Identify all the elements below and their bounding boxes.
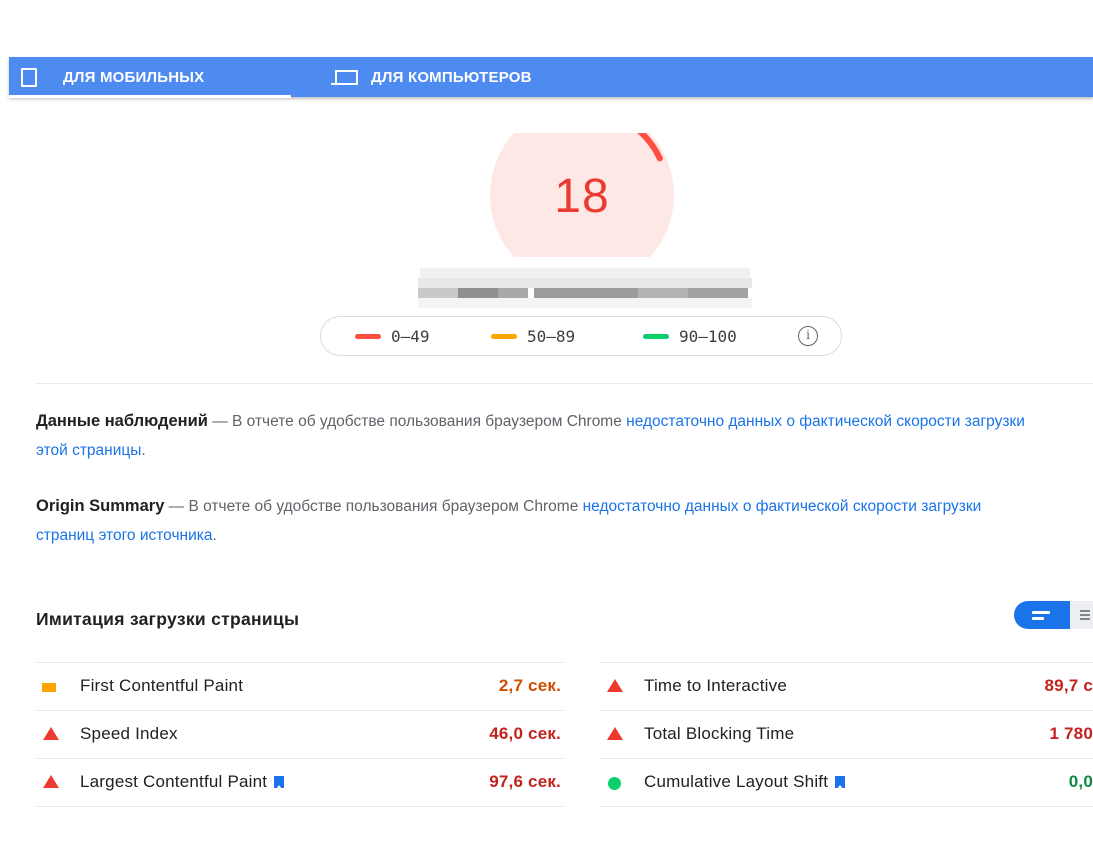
fail-triangle-icon	[43, 775, 59, 788]
field-data-end: .	[141, 442, 146, 459]
metric-name: First Contentful Paint	[80, 676, 244, 695]
performance-score: 18	[554, 170, 610, 223]
metric-value: 1 780	[1049, 724, 1093, 743]
legend-fail-label: 0–49	[391, 327, 430, 346]
origin-summary-heading: Origin Summary	[36, 497, 165, 515]
metric-first-contentful-paint: First Contentful Paint 2,7 сек.	[36, 662, 564, 710]
list-view-button[interactable]	[1070, 601, 1093, 629]
metric-largest-contentful-paint: Largest Contentful Paint 97,6 сек.	[36, 758, 564, 806]
field-data-bookmark-icon	[274, 776, 285, 789]
metric-cumulative-layout-shift: Cumulative Layout Shift 0,0	[600, 758, 1093, 806]
metric-value: 46,0 сек.	[489, 724, 561, 743]
origin-summary-message: Origin Summary — В отчете об удобстве по…	[36, 492, 1036, 550]
metric-time-to-interactive: Time to Interactive 89,7 с	[600, 662, 1093, 710]
average-square-icon	[42, 683, 56, 692]
metric-name: Time to Interactive	[644, 676, 787, 695]
metric-total-blocking-time: Total Blocking Time 1 780	[600, 710, 1093, 758]
tab-desktop-label: ДЛЯ КОМПЬЮТЕРОВ	[371, 68, 532, 86]
tab-mobile[interactable]: ДЛЯ МОБИЛЬНЫХ	[21, 57, 291, 97]
fail-triangle-icon	[607, 727, 623, 740]
metric-value: 0,0	[1068, 772, 1093, 791]
active-tab-indicator	[9, 95, 291, 98]
page-url-blurred	[418, 268, 752, 308]
phone-icon	[21, 67, 37, 87]
metric-name: Cumulative Layout Shift	[644, 772, 846, 792]
legend-pass-swatch	[643, 334, 669, 339]
pass-circle-icon	[608, 777, 621, 790]
metric-value: 2,7 сек.	[498, 676, 561, 695]
legend-fail: 0–49	[355, 327, 430, 346]
metric-row-divider	[600, 806, 1093, 854]
fail-triangle-icon	[607, 679, 623, 692]
metrics-view-toggle	[1014, 601, 1093, 629]
metric-name: Speed Index	[80, 724, 178, 743]
summary-view-button[interactable]	[1014, 601, 1070, 629]
metric-value: 89,7 с	[1044, 676, 1093, 695]
performance-score-gauge: 18	[488, 133, 676, 257]
legend-fail-swatch	[355, 334, 381, 339]
field-data-bookmark-icon	[835, 776, 846, 789]
legend-average: 50–89	[491, 327, 575, 346]
fail-triangle-icon	[43, 727, 59, 740]
field-data-heading: Данные наблюдений	[36, 412, 208, 430]
tab-desktop[interactable]: ДЛЯ КОМПЬЮТЕРОВ	[331, 57, 532, 97]
metric-value: 97,6 сек.	[489, 772, 561, 791]
origin-summary-end: .	[212, 527, 217, 544]
metric-name: Largest Contentful Paint	[80, 772, 285, 792]
score-legend: 0–49 50–89 90–100 i	[320, 316, 842, 356]
metric-name: Total Blocking Time	[644, 724, 795, 743]
field-data-message: Данные наблюдений — В отчете об удобстве…	[36, 407, 1036, 465]
legend-pass-label: 90–100	[679, 327, 737, 346]
field-data-text: — В отчете об удобстве пользования брауз…	[207, 413, 627, 430]
legend-pass: 90–100	[643, 327, 737, 346]
lab-data-title: Имитация загрузки страницы	[36, 609, 300, 629]
metric-row-divider	[36, 806, 564, 854]
origin-summary-text: — В отчете об удобстве пользования брауз…	[164, 498, 583, 515]
laptop-icon	[331, 68, 361, 86]
tab-mobile-label: ДЛЯ МОБИЛЬНЫХ	[63, 68, 205, 86]
device-tab-bar: ДЛЯ МОБИЛЬНЫХ ДЛЯ КОМПЬЮТЕРОВ	[9, 57, 1093, 98]
info-icon[interactable]: i	[798, 326, 818, 346]
legend-average-swatch	[491, 334, 517, 339]
legend-average-label: 50–89	[527, 327, 576, 346]
metric-speed-index: Speed Index 46,0 сек.	[36, 710, 564, 758]
section-divider	[36, 383, 1093, 384]
